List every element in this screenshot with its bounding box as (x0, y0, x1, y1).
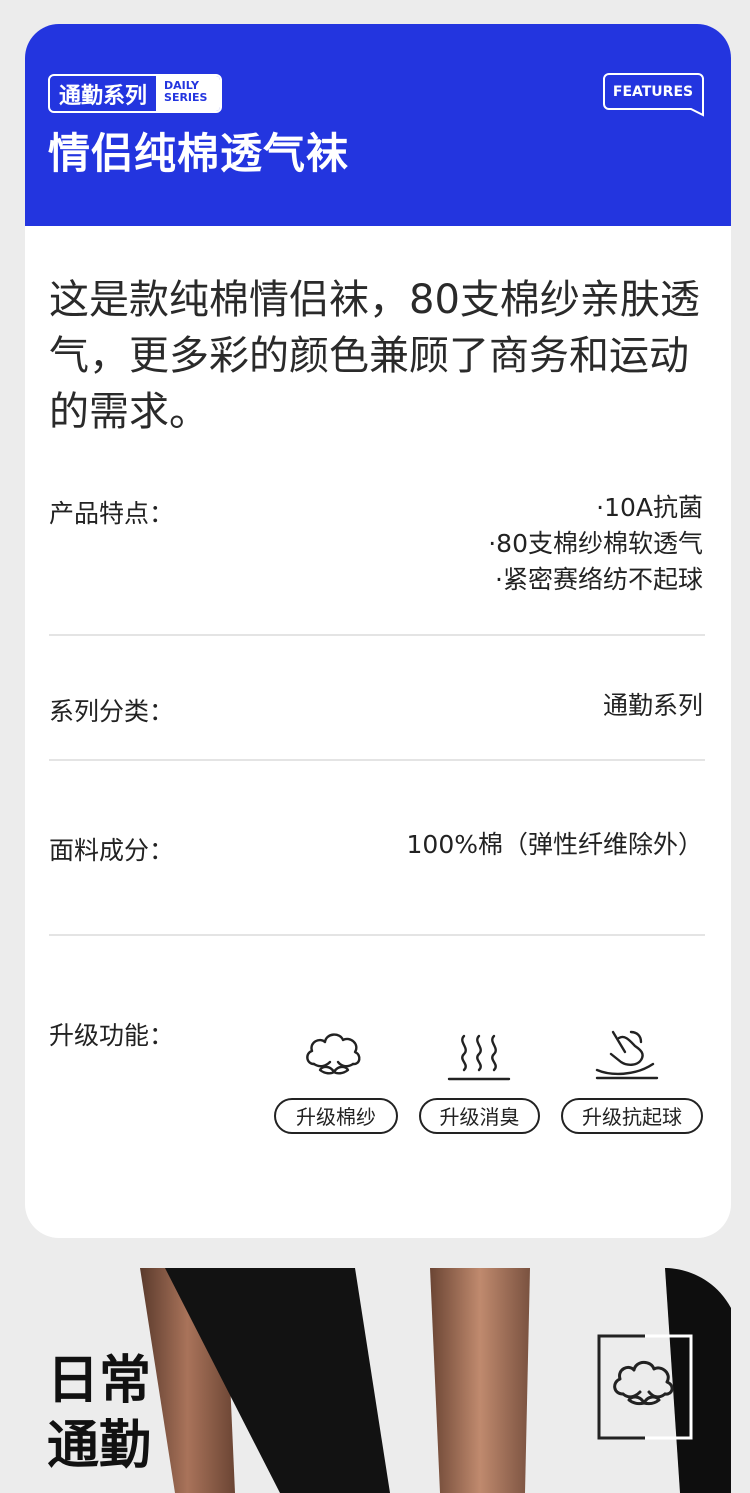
feature-item: ·紧密赛络纺不起球 (495, 565, 703, 594)
material-spec-value: 100%棉（弹性纤维除外） (406, 830, 703, 859)
product-description: 这是款纯棉情侣袜，80支棉纱亲肤透气，更多彩的颜色兼顾了商务和运动的需求。 (49, 277, 700, 435)
card-header: 通勤系列 DAILY SERIES FEATURES 情侣纯棉透气袜 (25, 24, 731, 226)
product-title: 情侣纯棉透气袜 (48, 129, 350, 178)
upgrade-pill-cotton: 升级棉纱 (274, 1098, 398, 1134)
series-spec-value: 通勤系列 (602, 691, 703, 720)
product-info-card: 通勤系列 DAILY SERIES FEATURES 情侣纯棉透气袜 这是款纯棉… (25, 24, 731, 1238)
features-spec-label: 产品特点： (49, 499, 175, 528)
banner-line-1: 日常 (47, 1351, 152, 1411)
feature-item: ·80支棉纱棉软透气 (488, 529, 703, 558)
series-badge-en: DAILY SERIES (156, 76, 221, 111)
features-spec-values: ·10A抗菌 ·80支棉纱棉软透气 ·紧密赛络纺不起球 (488, 490, 703, 598)
divider (49, 759, 705, 761)
divider (49, 634, 705, 636)
series-spec-label: 系列分类： (49, 697, 175, 726)
upgrade-spec-label: 升级功能： (49, 1021, 175, 1050)
series-badge: 通勤系列 DAILY SERIES (48, 74, 223, 113)
feature-item: ·10A抗菌 (596, 493, 703, 522)
features-tag: FEATURES (603, 73, 704, 117)
deodor-icon (447, 1034, 511, 1081)
divider (49, 934, 705, 936)
series-badge-cn: 通勤系列 (59, 83, 148, 109)
upgrade-pill-deodor: 升级消臭 (419, 1098, 540, 1134)
banner-line-2: 通勤 (47, 1416, 152, 1476)
features-label: FEATURES (612, 84, 694, 100)
cotton-icon (306, 1033, 361, 1075)
anti-pilling-icon (595, 1030, 659, 1080)
upgrade-pill-anti-pilling: 升级抗起球 (561, 1098, 703, 1134)
material-spec-label: 面料成分： (49, 836, 175, 865)
cotton-badge-icon (597, 1334, 693, 1440)
lifestyle-banner: 日常 通勤 (25, 1268, 731, 1493)
